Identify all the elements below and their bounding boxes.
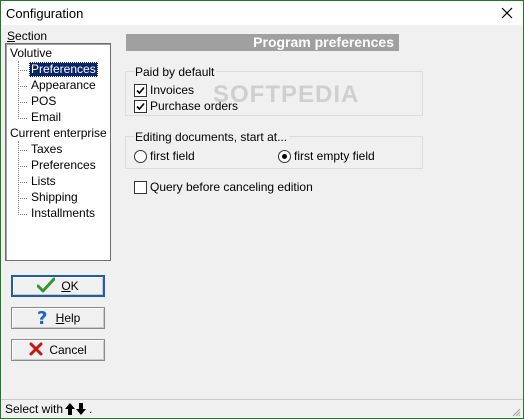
radio-dot	[282, 153, 287, 159]
ok-label: OK	[61, 279, 79, 293]
window-title: Configuration	[6, 6, 84, 21]
svg-text:?: ?	[37, 308, 47, 326]
resize-grip-icon[interactable]	[511, 406, 521, 417]
cross-icon	[29, 342, 43, 359]
cancel-label: Cancel	[49, 343, 87, 357]
close-icon[interactable]	[491, 1, 523, 25]
tree-connector	[18, 214, 27, 215]
tree-connector	[18, 150, 27, 151]
up-down-arrows-icon	[65, 403, 87, 415]
checkbox-box[interactable]	[134, 99, 147, 113]
section-label: Section	[7, 29, 48, 43]
radio-circle-selected[interactable]	[278, 149, 291, 163]
status-bar: Select with .	[1, 399, 523, 418]
tree-item-shipping[interactable]: Shipping	[29, 190, 80, 205]
query-before-canceling-checkbox[interactable]: Query before canceling edition	[134, 180, 313, 194]
tree-connector	[18, 102, 27, 103]
question-mark-icon: ?	[36, 308, 50, 329]
first-empty-field-label: first empty field	[294, 149, 375, 163]
help-button[interactable]: ? Help	[11, 307, 105, 329]
tree-item-email[interactable]: Email	[29, 110, 63, 125]
first-field-radio[interactable]: first field	[134, 149, 195, 163]
pane-header: Program preferences	[126, 34, 399, 51]
checkmark-icon	[36, 277, 56, 296]
tree-item-pos[interactable]: POS	[29, 94, 58, 109]
editing-documents-title: Editing documents, start at...	[135, 130, 290, 144]
tree-item-appearance[interactable]: Appearance	[29, 78, 98, 93]
query-before-canceling-label: Query before canceling edition	[150, 180, 313, 194]
section-tree[interactable]: Volutive Preferences Appearance POS Emai…	[5, 43, 111, 261]
tree-item-current-enterprise[interactable]: Current enterprise	[10, 126, 107, 141]
tree-connector	[18, 198, 27, 199]
title-bar[interactable]: Configuration	[1, 1, 523, 25]
tree-item-taxes[interactable]: Taxes	[29, 142, 64, 157]
tree-item-installments[interactable]: Installments	[29, 206, 97, 221]
tree-connector	[18, 70, 27, 71]
status-suffix: .	[89, 402, 93, 416]
tree-item-lists[interactable]: Lists	[29, 174, 58, 189]
tree-connector	[18, 182, 27, 183]
radio-circle[interactable]	[134, 149, 147, 163]
status-text: Select with	[5, 402, 64, 416]
softpedia-watermark: SOFTPEDIA	[213, 81, 360, 108]
checkbox-box[interactable]	[134, 180, 147, 194]
checkbox-box[interactable]	[134, 83, 147, 97]
first-field-label: first field	[150, 149, 195, 163]
tree-connector	[18, 166, 27, 167]
paid-by-default-title: Paid by default	[135, 65, 217, 79]
tree-item-volutive-preferences[interactable]: Preferences	[29, 62, 98, 77]
tree-connector	[18, 141, 19, 215]
cancel-button[interactable]: Cancel	[11, 339, 105, 361]
tree-item-enterprise-preferences[interactable]: Preferences	[29, 158, 98, 173]
tree-connector	[18, 118, 27, 119]
tree-connector	[18, 86, 27, 87]
invoices-checkbox[interactable]: Invoices	[134, 83, 194, 97]
first-empty-field-radio[interactable]: first empty field	[278, 149, 375, 163]
configuration-window: Configuration Section Volutive Preferenc…	[0, 0, 524, 419]
ok-button[interactable]: OK	[11, 275, 105, 297]
help-label: Help	[55, 311, 81, 325]
tree-item-volutive[interactable]: Volutive	[10, 46, 52, 61]
invoices-label: Invoices	[150, 83, 195, 97]
